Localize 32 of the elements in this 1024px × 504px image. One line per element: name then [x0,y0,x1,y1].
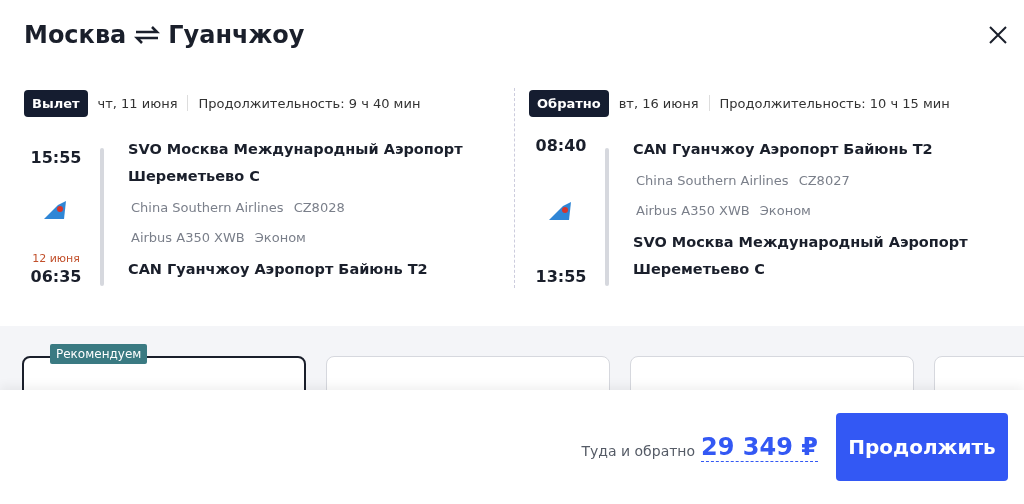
leg-duration: Продолжительность: 9 ч 40 мин [198,95,421,111]
departure-airport: SVO Москва Международный Аэропорт Шереметьево C [128,140,464,186]
airline-name: China Southern Airlines [131,199,284,217]
leg-label: Обратно [529,89,609,117]
departure-airport: CAN Гуанчжоу Аэропорт Байюнь T2 [633,140,934,159]
leg-label: Вылет [24,89,88,117]
arrival-time: 13:55 [535,267,587,286]
aircraft-type: Airbus A350 XWB [131,229,245,247]
flight-number: CZ8028 [293,199,345,217]
arrival-date: 12 июня [32,252,80,265]
route-title: Москва [24,21,127,49]
arrival-airport: CAN Гуанчжоу Аэропорт Байюнь T2 [128,260,429,279]
departure-time: 08:40 [535,136,587,155]
cabin-class: Эконом [759,202,811,220]
recommended-badge: Рекомендуем [50,344,148,364]
continue-button[interactable]: Продолжить [836,413,1008,481]
leg-date: вт, 16 июня [618,95,699,111]
arrival-airport: SVO Москва Международный Аэропорт Шереметьево C [633,233,969,279]
round-trip-arrows-icon [134,26,161,44]
aircraft-type: Airbus A350 XWB [636,202,750,220]
cabin-class: Эконом [254,229,306,247]
departure-time: 15:55 [30,148,82,167]
arrival-time: 06:35 [30,267,82,286]
airline-tail-icon [549,202,573,220]
total-price[interactable]: 29 349 ₽ [701,432,818,462]
leg-duration: Продолжительность: 10 ч 15 мин [719,95,950,111]
price-label: Туда и обратно [581,443,696,459]
leg-date: чт, 11 июня [97,95,178,111]
route-title: Гуанчжоу [168,21,305,49]
flight-number: CZ8027 [798,172,850,190]
airline-name: China Southern Airlines [636,172,789,190]
airline-tail-icon [44,200,68,219]
